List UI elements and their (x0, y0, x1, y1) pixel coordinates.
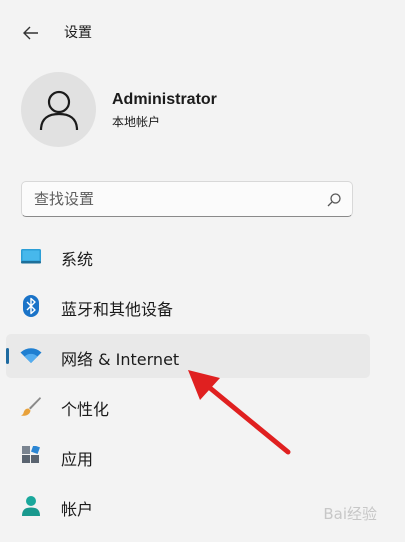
sidebar-item-label: 蓝牙和其他设备 (61, 300, 174, 319)
sidebar-item-personalization[interactable]: 个性化 (6, 384, 370, 428)
user-icon (39, 90, 78, 130)
account-icon (20, 495, 42, 517)
search-input[interactable] (34, 188, 314, 210)
back-button[interactable] (18, 20, 44, 46)
app-title: 设置 (64, 25, 92, 41)
sidebar-item-label: 个性化 (61, 400, 110, 419)
avatar[interactable] (21, 72, 96, 147)
bluetooth-icon (20, 295, 42, 317)
sidebar-item-apps[interactable]: 应用 (6, 434, 370, 478)
sidebar-item-label: 帐户 (61, 500, 94, 519)
system-icon (20, 245, 42, 267)
search-box[interactable] (21, 181, 353, 217)
back-arrow-icon (23, 26, 38, 40)
account-type: 本地帐户 (112, 115, 161, 129)
sidebar-item-bluetooth[interactable]: 蓝牙和其他设备 (6, 284, 370, 328)
sidebar-item-label: 应用 (61, 450, 94, 469)
sidebar-item-system[interactable]: 系统 (6, 234, 370, 278)
sidebar-item-label: 系统 (61, 250, 94, 269)
sidebar-item-network[interactable]: 网络 & Internet (6, 334, 370, 378)
sidebar-item-label: 网络 & Internet (61, 350, 180, 369)
brush-icon (20, 395, 42, 417)
watermark: Bai经验 (323, 505, 377, 523)
apps-icon (20, 445, 42, 467)
wifi-icon (20, 345, 42, 367)
search-icon[interactable] (326, 192, 342, 208)
sidebar-item-accounts[interactable]: 帐户 (6, 484, 370, 528)
selection-indicator (6, 348, 9, 364)
title-bar: 设置 (0, 0, 405, 64)
user-name: Administrator (112, 91, 217, 108)
